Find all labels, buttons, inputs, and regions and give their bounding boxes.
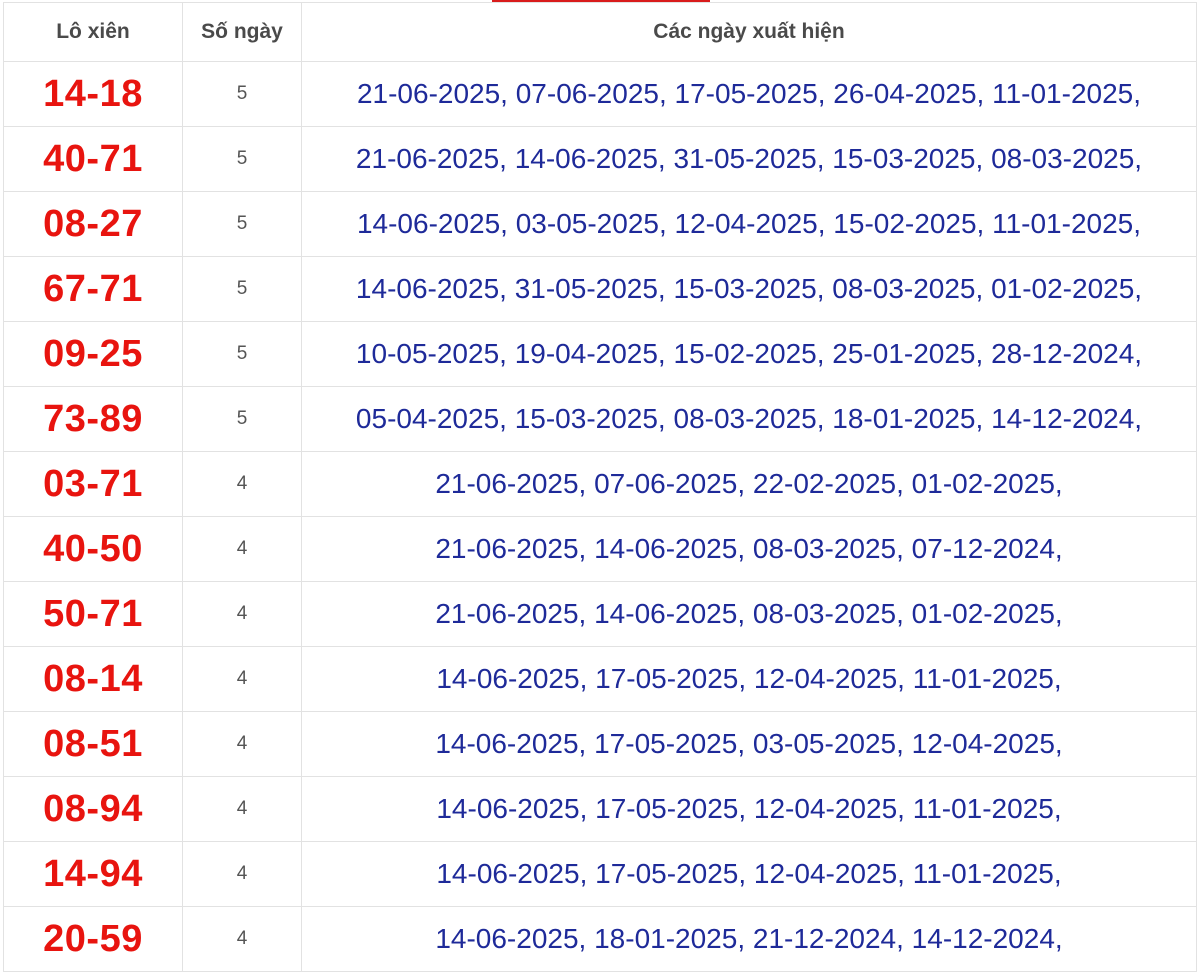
table-row: 14-18 5 21-06-2025, 07-06-2025, 17-05-2025… <box>3 61 1197 127</box>
lo-xien-table: Lô xiên Số ngày Các ngày xuất hiện 14-18… <box>3 2 1197 972</box>
appearance-dates: 21-06-2025, 14-06-2025, 31-05-2025, 15-0… <box>301 126 1197 192</box>
table-row: 03-71 4 21-06-2025, 07-06-2025, 22-02-2025… <box>3 451 1197 517</box>
lo-xien-pair: 08-94 <box>3 776 183 842</box>
table-body: 14-18 5 21-06-2025, 07-06-2025, 17-05-2025… <box>3 61 1197 972</box>
so-ngay-count: 4 <box>182 516 302 582</box>
appearance-dates: 21-06-2025, 14-06-2025, 08-03-2025, 01-0… <box>301 581 1197 647</box>
lo-xien-pair: 40-71 <box>3 126 183 192</box>
so-ngay-count: 4 <box>182 451 302 517</box>
appearance-dates: 14-06-2025, 17-05-2025, 12-04-2025, 11-0… <box>301 841 1197 907</box>
header-lo-xien: Lô xiên <box>3 2 183 62</box>
table-row: 08-27 5 14-06-2025, 03-05-2025, 12-04-2025… <box>3 191 1197 257</box>
header-so-ngay: Số ngày <box>182 2 302 62</box>
table-row: 40-71 5 21-06-2025, 14-06-2025, 31-05-2025… <box>3 126 1197 192</box>
appearance-dates: 14-06-2025, 17-05-2025, 12-04-2025, 11-0… <box>301 646 1197 712</box>
appearance-dates: 21-06-2025, 07-06-2025, 17-05-2025, 26-0… <box>301 61 1197 127</box>
so-ngay-count: 5 <box>182 61 302 127</box>
so-ngay-count: 5 <box>182 321 302 387</box>
appearance-dates: 14-06-2025, 03-05-2025, 12-04-2025, 15-0… <box>301 191 1197 257</box>
lo-xien-pair: 50-71 <box>3 581 183 647</box>
table-row: 08-14 4 14-06-2025, 17-05-2025, 12-04-2025… <box>3 646 1197 712</box>
appearance-dates: 14-06-2025, 18-01-2025, 21-12-2024, 14-1… <box>301 906 1197 972</box>
lo-xien-pair: 14-18 <box>3 61 183 127</box>
lo-xien-pair: 14-94 <box>3 841 183 907</box>
table-row: 50-71 4 21-06-2025, 14-06-2025, 08-03-2025… <box>3 581 1197 647</box>
lo-xien-pair: 08-27 <box>3 191 183 257</box>
lo-xien-pair: 73-89 <box>3 386 183 452</box>
lo-xien-pair: 20-59 <box>3 906 183 972</box>
header-cac-ngay-xuat-hien: Các ngày xuất hiện <box>301 2 1197 62</box>
table-header: Lô xiên Số ngày Các ngày xuất hiện <box>3 2 1197 62</box>
table-row: 67-71 5 14-06-2025, 31-05-2025, 15-03-2025… <box>3 256 1197 322</box>
table-row: 08-94 4 14-06-2025, 17-05-2025, 12-04-2025… <box>3 776 1197 842</box>
lo-xien-pair: 40-50 <box>3 516 183 582</box>
table-row: 09-25 5 10-05-2025, 19-04-2025, 15-02-2025… <box>3 321 1197 387</box>
lo-xien-pair: 67-71 <box>3 256 183 322</box>
header-row: Lô xiên Số ngày Các ngày xuất hiện <box>3 2 1197 62</box>
lo-xien-pair: 08-14 <box>3 646 183 712</box>
table-row: 73-89 5 05-04-2025, 15-03-2025, 08-03-2025… <box>3 386 1197 452</box>
table-row: 08-51 4 14-06-2025, 17-05-2025, 03-05-2025… <box>3 711 1197 777</box>
appearance-dates: 21-06-2025, 07-06-2025, 22-02-2025, 01-0… <box>301 451 1197 517</box>
so-ngay-count: 5 <box>182 386 302 452</box>
so-ngay-count: 5 <box>182 126 302 192</box>
table-row: 40-50 4 21-06-2025, 14-06-2025, 08-03-2025… <box>3 516 1197 582</box>
appearance-dates: 21-06-2025, 14-06-2025, 08-03-2025, 07-1… <box>301 516 1197 582</box>
appearance-dates: 05-04-2025, 15-03-2025, 08-03-2025, 18-0… <box>301 386 1197 452</box>
lo-xien-pair: 09-25 <box>3 321 183 387</box>
lo-xien-pair: 03-71 <box>3 451 183 517</box>
appearance-dates: 14-06-2025, 17-05-2025, 03-05-2025, 12-0… <box>301 711 1197 777</box>
appearance-dates: 10-05-2025, 19-04-2025, 15-02-2025, 25-0… <box>301 321 1197 387</box>
so-ngay-count: 4 <box>182 711 302 777</box>
so-ngay-count: 5 <box>182 256 302 322</box>
so-ngay-count: 4 <box>182 841 302 907</box>
appearance-dates: 14-06-2025, 17-05-2025, 12-04-2025, 11-0… <box>301 776 1197 842</box>
so-ngay-count: 4 <box>182 776 302 842</box>
lo-xien-pair: 08-51 <box>3 711 183 777</box>
table-row: 20-59 4 14-06-2025, 18-01-2025, 21-12-2024… <box>3 906 1197 972</box>
table-row: 14-94 4 14-06-2025, 17-05-2025, 12-04-2025… <box>3 841 1197 907</box>
so-ngay-count: 4 <box>182 906 302 972</box>
so-ngay-count: 5 <box>182 191 302 257</box>
so-ngay-count: 4 <box>182 581 302 647</box>
appearance-dates: 14-06-2025, 31-05-2025, 15-03-2025, 08-0… <box>301 256 1197 322</box>
so-ngay-count: 4 <box>182 646 302 712</box>
